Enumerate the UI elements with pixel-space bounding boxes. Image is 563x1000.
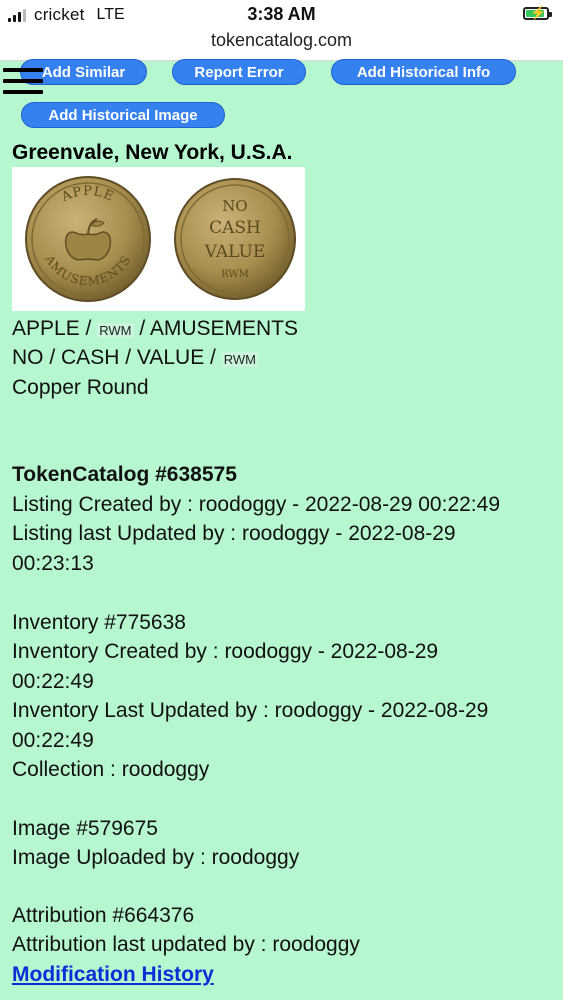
reverse-word-2: CASH xyxy=(61,346,120,369)
obverse-word-3: AMUSEMENTS xyxy=(149,317,299,340)
inventory-created-line-1: Inventory Created by : roodoggy - 2022-0… xyxy=(12,640,439,663)
obverse-word-1: APPLE xyxy=(12,317,80,340)
browser-status-bar: cricket LTE 3:38 AM ⚡ tokencatalog.com xyxy=(0,0,563,61)
address-bar-url[interactable]: tokencatalog.com xyxy=(0,30,563,51)
image-number: Image #579675 xyxy=(12,817,158,840)
modification-history-link[interactable]: Modification History xyxy=(12,963,214,987)
reverse-legend-line-4: RWM xyxy=(221,269,249,280)
token-image[interactable]: APPLE AMUSEMENTS NO CASH VALUE RWM xyxy=(12,167,305,311)
obverse-coin: APPLE AMUSEMENTS xyxy=(25,176,151,302)
catalog-number-heading: TokenCatalog #638575 xyxy=(12,463,237,486)
reverse-legend-line-2: CASH xyxy=(209,218,261,238)
reverse-word-1: NO xyxy=(12,346,44,369)
inventory-updated-line-1: Inventory Last Updated by : roodoggy - 2… xyxy=(12,699,489,722)
clock: 3:38 AM xyxy=(247,4,316,24)
reverse-legend-line-3: VALUE xyxy=(204,242,266,262)
battery-charging-icon: ⚡ xyxy=(523,6,552,20)
report-error-button[interactable]: Report Error xyxy=(172,59,306,85)
collection: Collection : roodoggy xyxy=(12,758,210,781)
reverse-word-4: RWM xyxy=(221,352,258,367)
image-uploaded: Image Uploaded by : roodoggy xyxy=(12,846,300,869)
obverse-word-2: RWM xyxy=(97,323,134,338)
attribution-number: Attribution #664376 xyxy=(12,904,195,927)
inventory-created-line-2: 00:22:49 xyxy=(12,670,94,693)
add-historical-info-button[interactable]: Add Historical Info xyxy=(331,59,516,85)
reverse-legend: NO / CASH / VALUE / RWM xyxy=(12,346,258,369)
material-shape: Copper Round xyxy=(12,376,149,399)
reverse-legend-line-1: NO xyxy=(222,197,247,215)
reverse-word-3: VALUE xyxy=(136,346,205,369)
token-location-title: Greenvale, New York, U.S.A. xyxy=(12,141,293,164)
listing-updated-line-1: Listing last Updated by : roodoggy - 202… xyxy=(12,522,456,545)
inventory-updated-line-2: 00:22:49 xyxy=(12,729,94,752)
menu-hamburger-icon[interactable] xyxy=(3,68,43,98)
add-historical-image-button[interactable]: Add Historical Image xyxy=(21,102,225,128)
apple-emblem xyxy=(64,231,112,261)
listing-updated-line-2: 00:23:13 xyxy=(12,552,94,575)
inventory-number: Inventory #775638 xyxy=(12,611,186,634)
listing-created: Listing Created by : roodoggy - 2022-08-… xyxy=(12,493,500,516)
token-coins-graphic: APPLE AMUSEMENTS NO CASH VALUE RWM xyxy=(25,176,296,302)
reverse-coin: NO CASH VALUE RWM xyxy=(174,178,296,300)
obverse-legend: APPLE / RWM / AMUSEMENTS xyxy=(12,317,299,340)
attribution-updated: Attribution last updated by : roodoggy xyxy=(12,933,360,956)
